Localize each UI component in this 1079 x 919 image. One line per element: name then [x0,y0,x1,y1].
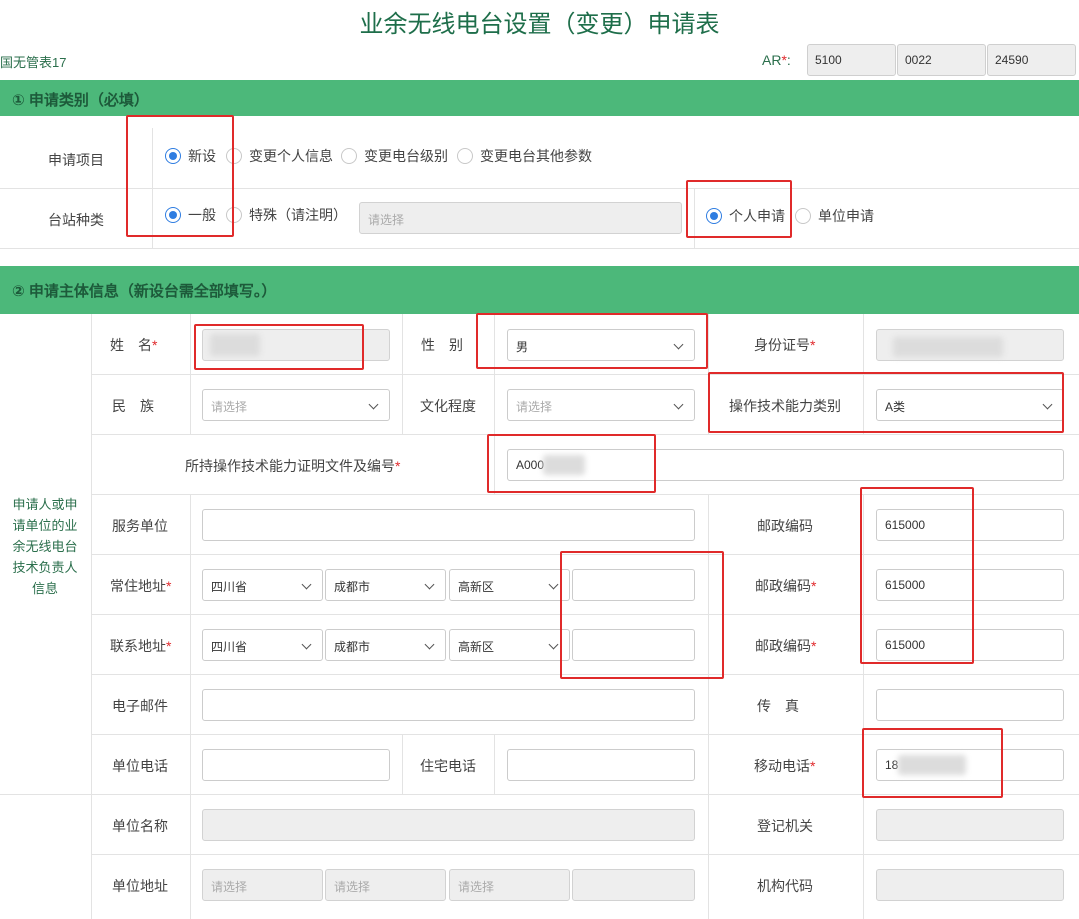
ar-label: AR*: [762,52,791,68]
special-station-select[interactable]: 请选择 [359,202,682,234]
email-input[interactable] [202,689,695,721]
home-phone-input[interactable] [507,749,695,781]
home-phone-label: 住宅电话 [420,758,476,774]
reg-authority-input[interactable] [876,809,1064,841]
education-select[interactable]: 请选择 [507,389,695,421]
education-label: 文化程度 [420,398,476,414]
org-district-select[interactable]: 请选择 [449,869,570,901]
radio-dot [457,148,473,164]
ar-field-3[interactable]: 24590 [987,44,1076,76]
annotation-box [476,313,708,369]
org-name-label: 单位名称 [112,818,168,834]
applicant-info-side-label: 申请人或申请单位的业余无线电台技术负责人信息 [12,497,78,596]
annotation-box [126,115,234,237]
radio-dot [341,148,357,164]
radio-change-station-level[interactable]: 变更电台级别 [341,146,448,166]
form-number: 国无管表17 [0,55,67,70]
radio-change-other-params[interactable]: 变更电台其他参数 [457,146,592,166]
residence-postcode-label: 邮政编码* [755,578,817,594]
station-type-label: 台站种类 [48,212,104,228]
ar-field-2[interactable]: 0022 [897,44,986,76]
annotation-box [860,487,974,664]
org-detail-input[interactable] [572,869,695,901]
mobile-label: 移动电话* [754,758,816,774]
contact-address-label: 联系地址* [110,638,172,654]
employer-label: 服务单位 [112,518,168,534]
org-city-select[interactable]: 请选择 [325,869,446,901]
redacted-id [893,337,1003,357]
org-code-input[interactable] [876,869,1064,901]
org-province-select[interactable]: 请选择 [202,869,323,901]
gender-label: 性 别 [421,337,463,353]
work-phone-input[interactable] [202,749,390,781]
residence-label: 常住地址* [110,578,172,594]
name-label: 姓 名* [110,337,158,353]
residence-city-select[interactable]: 成都市 [325,569,446,601]
employer-input[interactable] [202,509,695,541]
contact-postcode-label: 邮政编码* [755,638,817,654]
ethnicity-label: 民 族 [112,398,154,414]
radio-change-personal-info[interactable]: 变更个人信息 [226,146,333,166]
annotation-box [487,434,656,493]
contact-district-select[interactable]: 高新区 [449,629,570,661]
annotation-box [686,180,792,238]
org-name-input[interactable] [202,809,695,841]
radio-station-special[interactable]: 特殊（请注明） [226,205,347,225]
section-applicant-info-header: ② 申请主体信息（新设台需全部填写。） [0,266,1079,314]
reg-authority-label: 登记机关 [757,818,813,834]
page-title: 业余无线电台设置（变更）申请表 [359,11,720,38]
id-number-label: 身份证号* [754,337,816,353]
org-code-label: 机构代码 [757,878,813,894]
apply-item-label: 申请项目 [48,152,104,168]
radio-dot [795,208,811,224]
org-address-label: 单位地址 [112,878,168,894]
employer-postcode-label: 邮政编码 [757,518,813,534]
work-phone-label: 单位电话 [112,758,168,774]
contact-city-select[interactable]: 成都市 [325,629,446,661]
residence-district-select[interactable]: 高新区 [449,569,570,601]
ethnicity-select[interactable]: 请选择 [202,389,390,421]
ar-field-1[interactable]: 5100 [807,44,896,76]
residence-province-select[interactable]: 四川省 [202,569,323,601]
fax-label: 传 真 [757,698,799,714]
section-apply-category-header: ① 申请类别（必填） [0,80,1079,116]
annotation-box [708,372,1064,433]
annotation-box [862,728,1003,798]
email-label: 电子邮件 [112,698,168,714]
fax-input[interactable] [876,689,1064,721]
radio-organization-application[interactable]: 单位申请 [795,206,874,226]
annotation-box [560,551,724,679]
annotation-box [194,324,364,370]
contact-province-select[interactable]: 四川省 [202,629,323,661]
cert-label: 所持操作技术能力证明文件及编号* [185,458,401,474]
